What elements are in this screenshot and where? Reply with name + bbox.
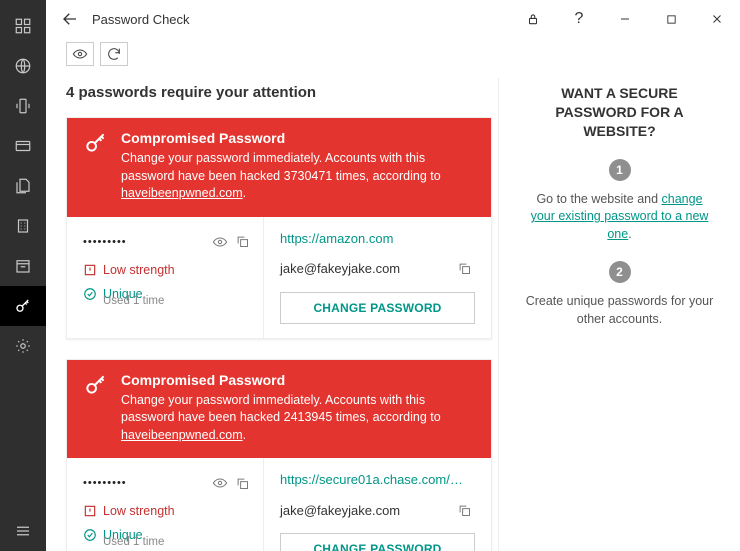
rail-building-icon[interactable] (0, 206, 46, 246)
step-2-text: Create unique passwords for your other a… (523, 293, 716, 328)
password-masked: ••••••••• (83, 477, 209, 489)
used-count: Used 1 time (83, 536, 253, 548)
reveal-icon[interactable] (209, 231, 231, 253)
rail-calendar-icon[interactable] (0, 246, 46, 286)
rail-card-icon[interactable] (0, 126, 46, 166)
strength-tag: Low strength (83, 263, 253, 277)
close-button[interactable] (694, 3, 740, 35)
card-description: Change your password immediately. Accoun… (121, 392, 475, 445)
change-password-button[interactable]: CHANGE PASSWORD (280, 533, 475, 551)
password-card: Compromised Password Change your passwor… (66, 117, 492, 339)
site-url[interactable]: https://secure01a.chase.com/web... (280, 472, 470, 487)
maximize-button[interactable] (648, 3, 694, 35)
check-icon (83, 528, 97, 542)
card-description: Change your password immediately. Accoun… (121, 150, 475, 203)
minimize-button[interactable] (602, 3, 648, 35)
card-title: Compromised Password (121, 372, 475, 388)
card-header: Compromised Password Change your passwor… (67, 360, 491, 459)
rail-documents-icon[interactable] (0, 166, 46, 206)
rail-gear-icon[interactable] (0, 326, 46, 366)
copy-icon[interactable] (231, 472, 253, 494)
content-pane: Password Check ? 4 passwords require you… (46, 0, 740, 551)
password-card: Compromised Password Change your passwor… (66, 359, 492, 551)
copy-account-icon[interactable] (453, 499, 475, 521)
side-title: WANT A SECURE PASSWORD FOR A WEBSITE? (523, 84, 716, 141)
step-1-badge: 1 (609, 159, 631, 181)
nav-rail (0, 0, 46, 551)
site-url[interactable]: https://amazon.com (280, 231, 470, 246)
copy-account-icon[interactable] (453, 258, 475, 280)
toolbar (46, 38, 740, 70)
card-header: Compromised Password Change your passwor… (67, 118, 491, 217)
step-1-text: Go to the website and change your existi… (523, 191, 716, 244)
password-masked: ••••••••• (83, 236, 209, 248)
help-button[interactable]: ? (556, 3, 602, 35)
copy-icon[interactable] (231, 231, 253, 253)
warning-icon (83, 504, 97, 518)
rail-menu-icon[interactable] (0, 511, 46, 551)
rail-apps-icon[interactable] (0, 6, 46, 46)
refresh-button[interactable] (100, 42, 128, 66)
rail-globe-icon[interactable] (0, 46, 46, 86)
account-email: jake@fakeyjake.com (280, 503, 447, 518)
breach-source-link[interactable]: haveibeenpwned.com (121, 186, 243, 200)
warning-icon (83, 263, 97, 277)
page-title: Password Check (88, 12, 190, 27)
account-email: jake@fakeyjake.com (280, 261, 447, 276)
card-title: Compromised Password (121, 130, 475, 146)
rail-key-icon[interactable] (0, 286, 46, 326)
back-button[interactable] (52, 1, 88, 37)
key-alert-icon (83, 372, 109, 398)
side-panel: WANT A SECURE PASSWORD FOR A WEBSITE? 1 … (498, 78, 740, 551)
title-bar: Password Check ? (46, 0, 740, 38)
step-2-badge: 2 (609, 261, 631, 283)
used-count: Used 1 time (83, 295, 253, 307)
change-password-button[interactable]: CHANGE PASSWORD (280, 292, 475, 324)
strength-tag: Low strength (83, 504, 253, 518)
check-icon (83, 287, 97, 301)
breach-source-link[interactable]: haveibeenpwned.com (121, 428, 243, 442)
attention-heading: 4 passwords require your attention (66, 84, 492, 101)
reveal-all-button[interactable] (66, 42, 94, 66)
reveal-icon[interactable] (209, 472, 231, 494)
lock-icon[interactable] (510, 3, 556, 35)
main-list: 4 passwords require your attention Compr… (46, 78, 498, 551)
rail-phone-icon[interactable] (0, 86, 46, 126)
key-alert-icon (83, 130, 109, 156)
